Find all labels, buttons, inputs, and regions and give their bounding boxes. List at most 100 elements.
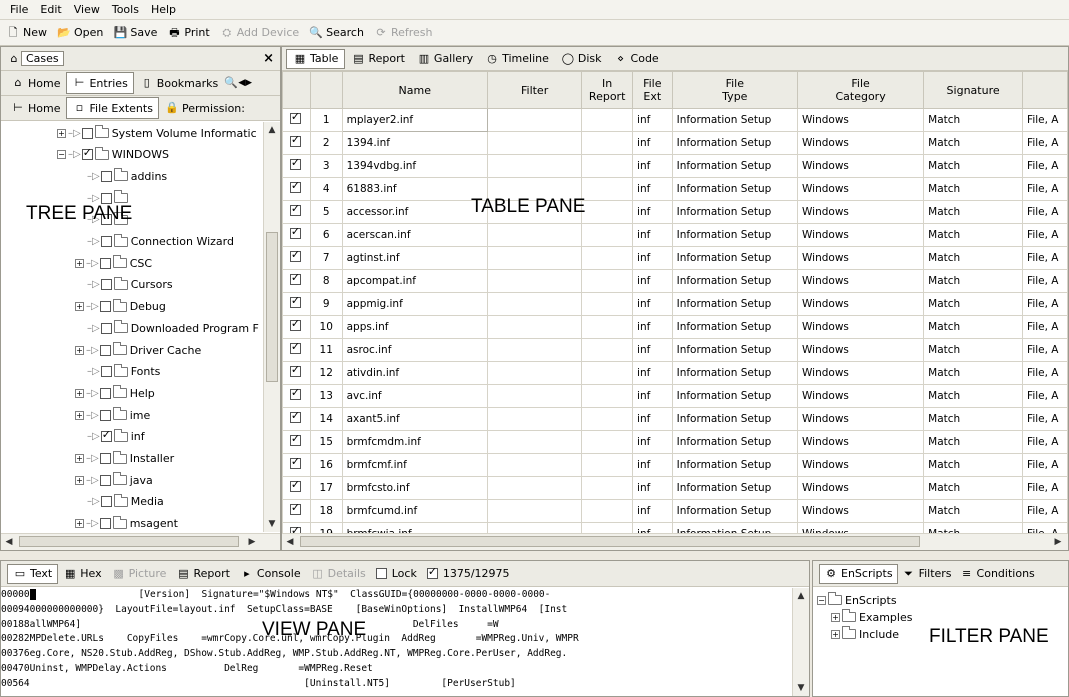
tab-details[interactable]: ◫ Details xyxy=(306,564,371,584)
row-check-icon[interactable] xyxy=(289,156,301,170)
tree-item[interactable]: –▷ Downloaded Program F xyxy=(87,317,259,339)
col-signature[interactable]: Signature xyxy=(923,71,1024,109)
menu-help[interactable]: Help xyxy=(145,3,182,16)
table-row[interactable]: 14axant5.inf infInformation SetupWindowsM… xyxy=(282,407,1068,431)
tree-item-checkbox[interactable] xyxy=(99,344,111,356)
row-check-icon[interactable] xyxy=(289,386,301,400)
row-check-icon[interactable] xyxy=(289,225,301,239)
expand-icon[interactable]: + xyxy=(831,612,840,622)
tree-item-checkbox[interactable] xyxy=(81,146,93,161)
view-scroll-down-icon[interactable]: ▼ xyxy=(793,680,809,696)
row-check-icon[interactable] xyxy=(289,179,301,193)
table-row[interactable]: 5accessor.inf infInformation SetupWindows… xyxy=(282,200,1068,224)
tree-item[interactable]: + –▷ Driver Cache xyxy=(75,339,201,361)
table-row[interactable]: 15brmfcmdm.inf infInformation SetupWindow… xyxy=(282,430,1068,454)
table-row[interactable]: 8apcompat.inf infInformation SetupWindows… xyxy=(282,269,1068,293)
menu-view[interactable]: View xyxy=(68,3,106,16)
tree-item-checkbox[interactable] xyxy=(99,518,111,530)
tab-gallery[interactable]: ▥ Gallery xyxy=(411,49,479,69)
tab-entries[interactable]: ⊢ Entries xyxy=(66,72,134,94)
menu-file[interactable]: File xyxy=(4,3,34,16)
row-check-icon[interactable] xyxy=(289,478,301,492)
tab-view-report[interactable]: ▤ Report xyxy=(171,564,234,584)
col-name[interactable]: Name xyxy=(341,71,488,109)
table-row[interactable]: 9appmig.inf infInformation SetupWindowsMa… xyxy=(282,292,1068,316)
tree-item-checkbox[interactable] xyxy=(99,387,111,399)
tree-item-checkbox[interactable] xyxy=(99,257,111,269)
tree-item[interactable]: −–▷ WINDOWS xyxy=(57,144,169,166)
tree-item[interactable]: –▷ Connection Wizard xyxy=(87,231,234,253)
tree-item[interactable]: + –▷ Installer xyxy=(75,448,174,470)
row-check-icon[interactable] xyxy=(289,271,301,285)
tree-item[interactable]: –▷ addins xyxy=(87,165,167,187)
tab-code[interactable]: ⋄ Code xyxy=(608,49,665,69)
tab-picture[interactable]: ▩ Picture xyxy=(107,564,172,584)
table-row[interactable]: 31394vdbg.inf infInformation SetupWindows… xyxy=(282,154,1068,178)
tree-item-checkbox[interactable] xyxy=(100,214,112,226)
col-filter[interactable]: Filter xyxy=(486,71,583,109)
tree-item-checkbox[interactable] xyxy=(100,279,112,291)
col-file-category[interactable]: File Category xyxy=(797,71,925,109)
table-scroll-right-icon[interactable]: ▶ xyxy=(1050,534,1066,550)
tree-item[interactable]: + –▷ ime xyxy=(75,404,150,426)
tree-item-checkbox[interactable] xyxy=(100,496,112,508)
expand-icon[interactable]: + xyxy=(75,302,84,312)
tree-item[interactable]: + –▷ java xyxy=(75,469,153,491)
tab-table[interactable]: ▦ Table xyxy=(286,48,346,69)
view-vertical-scrollbar[interactable]: ▲ ▼ xyxy=(792,588,809,696)
tree-item-checkbox[interactable] xyxy=(100,236,112,247)
tab-enscripts[interactable]: ⚙ EnScripts xyxy=(819,563,898,584)
tree-item[interactable]: –▷ xyxy=(87,187,131,209)
view-scroll-up-icon[interactable]: ▲ xyxy=(793,588,809,604)
table-horizontal-scrollbar[interactable]: ◀ ▶ xyxy=(282,533,1068,550)
subtab-home[interactable]: ⊢ Home xyxy=(5,97,66,119)
expand-icon[interactable]: + xyxy=(75,475,84,485)
expand-icon[interactable]: + xyxy=(57,128,66,138)
new-button[interactable]: 🗋 New xyxy=(6,26,47,40)
open-button[interactable]: 📂 Open xyxy=(57,26,103,40)
tree-item[interactable]: + –▷ System Volume Informatic xyxy=(57,122,257,144)
table-row[interactable]: 13avc.inf infInformation SetupWindowsMatc… xyxy=(282,384,1068,408)
refresh-button[interactable]: ⟳ Refresh xyxy=(374,26,432,40)
table-row[interactable]: 7agtinst.inf infInformation SetupWindowsM… xyxy=(282,246,1068,270)
tree-item-checkbox[interactable] xyxy=(99,453,111,464)
tree-vertical-scrollbar[interactable]: ▲ ▼ xyxy=(263,122,280,532)
tree-item-checkbox[interactable] xyxy=(99,474,111,486)
expand-icon[interactable]: + xyxy=(75,519,84,529)
scroll-right-icon[interactable]: ▶ xyxy=(244,534,260,550)
text-view[interactable]: 00000 [Version] Signature="$Windows NT$"… xyxy=(1,588,791,692)
tree-item-checkbox[interactable] xyxy=(99,409,111,421)
tab-home[interactable]: ⌂ Home xyxy=(5,72,66,94)
scroll-down-icon[interactable]: ▼ xyxy=(264,516,280,532)
print-button[interactable]: 🖶 Print xyxy=(167,26,210,40)
scroll-left-icon[interactable]: ◀ xyxy=(1,534,17,550)
tree-horizontal-scrollbar[interactable]: ◀ ▶ xyxy=(1,533,280,550)
tab-disk[interactable]: ◯ Disk xyxy=(555,49,608,69)
lock-checkbox[interactable] xyxy=(375,568,387,579)
row-check-icon[interactable] xyxy=(289,294,301,308)
lock-toggle[interactable]: Lock xyxy=(371,564,422,584)
scroll-up-icon[interactable]: ▲ xyxy=(264,122,280,138)
table-row[interactable]: 21394.inf infInformation SetupWindowsMatc… xyxy=(282,131,1068,155)
tab-filters[interactable]: ⏷ Filters xyxy=(898,564,956,584)
col-index[interactable] xyxy=(309,71,343,109)
save-button[interactable]: 💾 Save xyxy=(113,26,158,40)
scroll-thumb[interactable] xyxy=(266,232,278,382)
collapse-icon[interactable]: − xyxy=(57,150,66,160)
table-row[interactable]: 11asroc.inf infInformation SetupWindowsMa… xyxy=(282,338,1068,362)
close-icon[interactable]: × xyxy=(263,51,274,66)
table-row[interactable]: 1mplayer2.inf infInformation SetupWindows… xyxy=(282,108,1068,132)
subtab-file-extents[interactable]: ▫ File Extents xyxy=(66,97,159,119)
tree-item-checkbox[interactable] xyxy=(100,428,112,443)
table-hscroll-thumb[interactable] xyxy=(300,536,920,547)
table-row[interactable]: 18brmfcumd.inf infInformation SetupWindow… xyxy=(282,499,1068,523)
tree-item-checkbox[interactable] xyxy=(100,170,112,182)
expand-icon[interactable]: + xyxy=(75,410,84,420)
tree-item[interactable]: + –▷ CSC xyxy=(75,252,152,274)
col-more[interactable] xyxy=(1022,71,1068,109)
tab-scroll-left-icon[interactable]: ◀▶ xyxy=(238,78,252,88)
row-check-icon[interactable] xyxy=(289,409,301,423)
col-file-ext[interactable]: File Ext xyxy=(632,71,673,109)
row-check-icon[interactable] xyxy=(289,363,301,377)
tree-item[interactable]: –▷ Fonts xyxy=(87,361,160,383)
